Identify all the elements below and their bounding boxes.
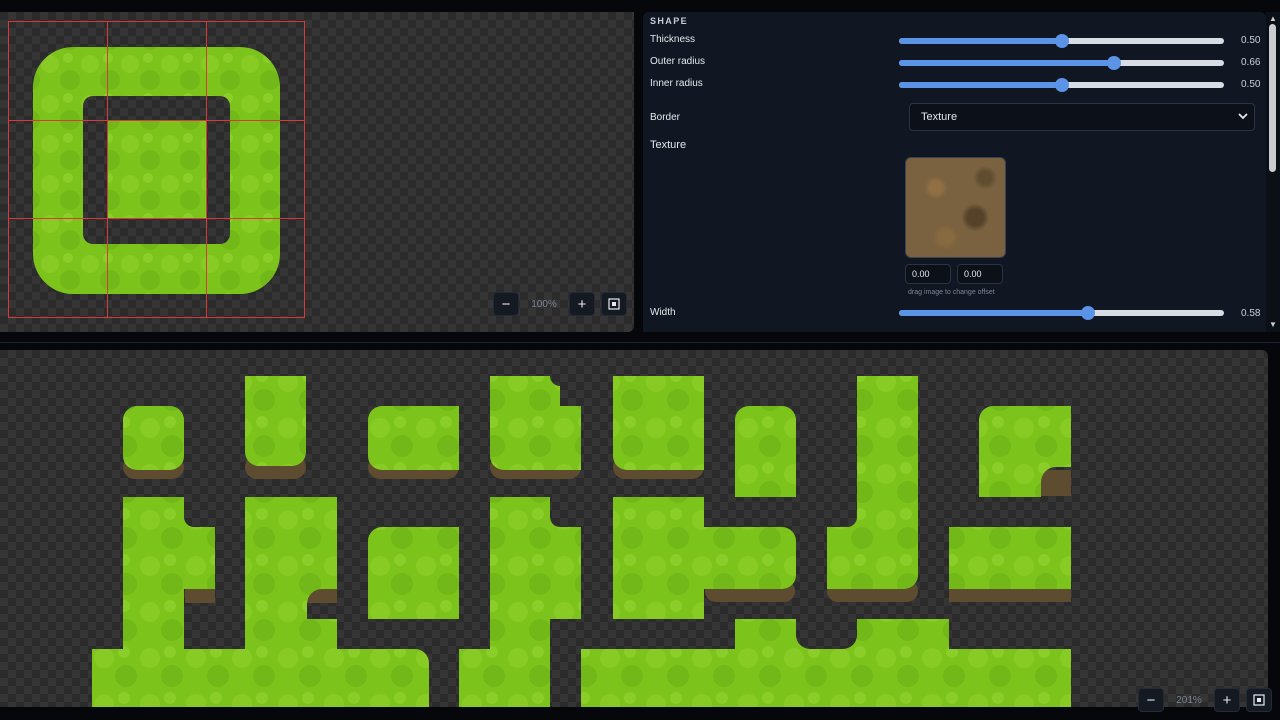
plus-icon: + — [577, 295, 587, 313]
chevron-down-icon — [1238, 113, 1248, 120]
shape-preview-drawing — [8, 21, 305, 318]
minus-icon: − — [1146, 691, 1156, 709]
slider-fill — [899, 60, 1114, 66]
tileset-drawing — [92, 376, 1071, 707]
scroll-down-icon[interactable]: ▼ — [1269, 320, 1277, 329]
scroll-up-icon[interactable]: ▲ — [1269, 14, 1277, 23]
width-value: 0.58 — [1241, 308, 1261, 319]
tile-vertical — [827, 376, 918, 589]
texture-label: Texture — [650, 139, 687, 151]
minus-icon: − — [501, 295, 511, 313]
center-tile — [107, 121, 206, 219]
fit-button[interactable] — [1246, 688, 1272, 712]
tile-bar — [949, 527, 1071, 589]
tile-bottom-cap — [735, 406, 796, 497]
zoom-out-button[interactable]: − — [493, 292, 519, 316]
zoom-level: 100% — [531, 298, 557, 310]
top-zoom-controls: − 100% + — [493, 292, 627, 316]
shape-settings-panel: SHAPE Thickness 0.50 Outer radius 0.66 I… — [643, 12, 1266, 332]
texture-offset-y-input[interactable]: 0.00 — [957, 264, 1003, 284]
tile-top-cap — [245, 376, 306, 466]
tile-single — [123, 406, 184, 470]
fit-frame-icon — [1253, 694, 1265, 706]
inner-radius-label: Inner radius — [650, 78, 703, 89]
fit-frame-icon — [608, 298, 620, 310]
width-label: Width — [650, 307, 676, 318]
slider-fill — [899, 38, 1062, 44]
outer-radius-slider[interactable] — [899, 56, 1224, 70]
tile-base-right — [581, 619, 1071, 707]
bottom-zoom-controls: − 201% + — [1138, 688, 1272, 712]
zoom-in-button[interactable]: + — [1214, 688, 1240, 712]
panel-divider[interactable] — [0, 342, 1280, 343]
scrollbar-thumb[interactable] — [1269, 24, 1276, 172]
tile-corner-a — [490, 376, 581, 470]
slider-fill — [899, 310, 1088, 316]
zoom-level: 201% — [1176, 694, 1202, 706]
inner-radius-value: 0.50 — [1241, 79, 1261, 90]
inner-radius-slider[interactable] — [899, 78, 1224, 92]
tile-left-cap — [368, 406, 459, 470]
texture-hint: drag image to change offset — [908, 289, 995, 296]
slider-fill — [899, 82, 1062, 88]
panel-scrollbar[interactable]: ▲ ▼ — [1266, 12, 1280, 332]
slider-handle[interactable] — [1054, 34, 1069, 48]
border-label: Border — [650, 112, 681, 123]
border-select[interactable]: Texture — [909, 103, 1255, 131]
grass-tiles — [92, 376, 1071, 707]
section-title: SHAPE — [650, 16, 689, 26]
border-selected-value: Texture — [921, 111, 958, 123]
tile-base-left — [92, 621, 429, 707]
outer-radius-value: 0.66 — [1241, 57, 1261, 68]
tileset-preview-canvas[interactable] — [0, 350, 1268, 707]
outer-radius-label: Outer radius — [650, 56, 706, 67]
slider-handle[interactable] — [1054, 78, 1069, 92]
fit-button[interactable] — [601, 292, 627, 316]
slider-handle[interactable] — [1106, 56, 1121, 70]
tile-corner-b — [613, 376, 704, 470]
zoom-out-button[interactable]: − — [1138, 688, 1164, 712]
texture-image[interactable] — [905, 157, 1006, 258]
thickness-value: 0.50 — [1241, 35, 1261, 46]
tile-block — [368, 527, 459, 619]
zoom-in-button[interactable]: + — [569, 292, 595, 316]
texture-offset-x-input[interactable]: 0.00 — [905, 264, 951, 284]
plus-icon: + — [1222, 691, 1232, 709]
shape-preview-canvas[interactable]: − 100% + — [0, 12, 634, 332]
width-slider[interactable] — [899, 306, 1224, 320]
slider-handle[interactable] — [1080, 306, 1095, 320]
thickness-slider[interactable] — [899, 34, 1224, 48]
thickness-label: Thickness — [650, 34, 696, 45]
tile-base-mid — [459, 619, 550, 707]
